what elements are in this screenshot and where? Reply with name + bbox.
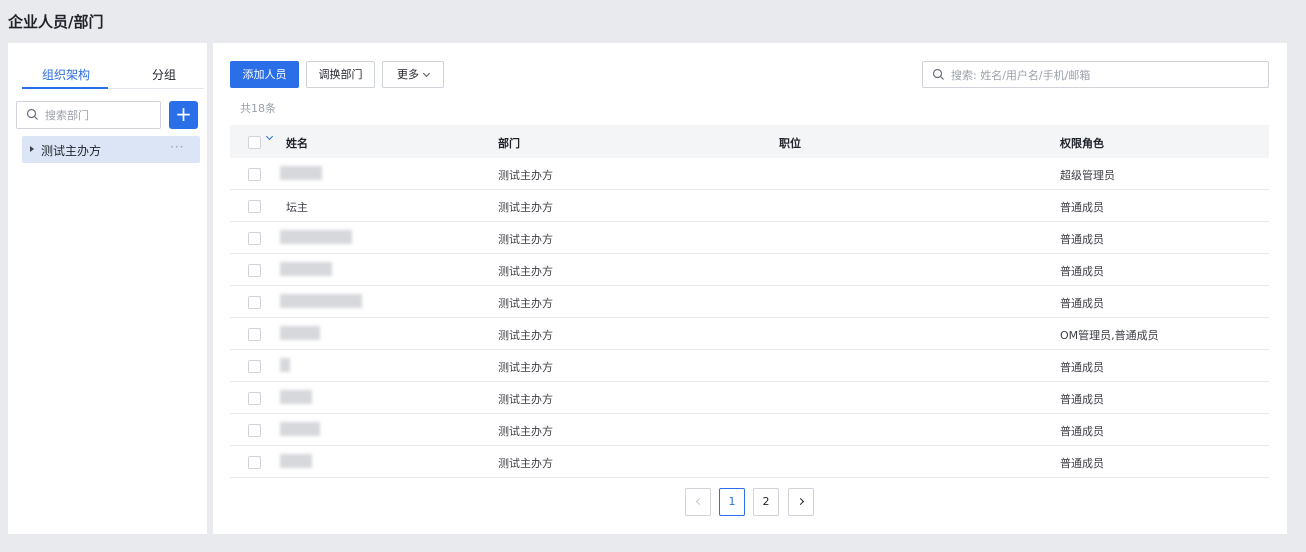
chevron-down-icon (422, 69, 431, 78)
dept-search-box (16, 101, 161, 129)
cell-dept: 测试主办方 (498, 329, 553, 342)
members-panel: 添加人员 调换部门 更多 共18条 姓名 部门 职位 权限角色 测试主办方 超级… (213, 43, 1287, 534)
row-checkbox[interactable] (248, 456, 261, 469)
row-checkbox[interactable] (248, 232, 261, 245)
table-header: 姓名 部门 职位 权限角色 (230, 125, 1269, 158)
page-1-button[interactable]: 1 (719, 488, 745, 516)
blurred-name (280, 358, 290, 372)
blurred-name (280, 326, 320, 340)
cell-dept: 测试主办方 (498, 425, 553, 438)
cell-dept: 测试主办方 (498, 265, 553, 278)
cell-role: 普通成员 (1060, 457, 1104, 470)
cell-role: OM管理员,普通成员 (1060, 329, 1159, 342)
header-dept: 部门 (498, 137, 520, 150)
cell-role: 普通成员 (1060, 297, 1104, 310)
chevron-right-icon (796, 497, 804, 506)
tree-node-dept[interactable]: 测试主办方 ··· (22, 136, 200, 163)
cell-dept: 测试主办方 (498, 169, 553, 182)
row-checkbox[interactable] (248, 200, 261, 213)
page-title: 企业人员/部门 (8, 13, 104, 31)
tab-groups[interactable]: 分组 (152, 66, 176, 83)
table-row[interactable]: 测试主办方 超级管理员 (230, 158, 1269, 190)
prev-page-button[interactable] (685, 488, 711, 516)
table-row[interactable]: 测试主办方 普通成员 (230, 350, 1269, 382)
blurred-name (280, 262, 332, 276)
active-tab-indicator (22, 87, 108, 89)
search-icon (26, 108, 38, 120)
next-page-button[interactable] (788, 488, 814, 516)
row-checkbox[interactable] (248, 392, 261, 405)
tab-org-structure[interactable]: 组织架构 (42, 66, 90, 83)
header-position: 职位 (779, 137, 801, 150)
blurred-name (280, 166, 322, 180)
cell-role: 普通成员 (1060, 233, 1104, 246)
cell-dept: 测试主办方 (498, 393, 553, 406)
blurred-name (280, 422, 320, 436)
table-row[interactable]: 坛主 测试主办方 普通成员 (230, 190, 1269, 222)
cell-dept: 测试主办方 (498, 361, 553, 374)
blurred-name (280, 230, 352, 244)
members-table: 姓名 部门 职位 权限角色 测试主办方 超级管理员 坛主 测试主办方 普通成员 … (230, 125, 1269, 478)
header-role: 权限角色 (1060, 137, 1104, 150)
cell-role: 普通成员 (1060, 393, 1104, 406)
plus-icon: + (175, 102, 192, 126)
table-row[interactable]: 测试主办方 普通成员 (230, 222, 1269, 254)
table-row[interactable]: 测试主办方 普通成员 (230, 286, 1269, 318)
row-checkbox[interactable] (248, 360, 261, 373)
cell-dept: 测试主办方 (498, 297, 553, 310)
header-name: 姓名 (286, 137, 308, 150)
row-checkbox[interactable] (248, 168, 261, 181)
add-member-button[interactable]: 添加人员 (230, 61, 299, 88)
page-2-button[interactable]: 2 (753, 488, 779, 516)
chevron-down-icon[interactable] (265, 132, 274, 141)
cell-dept: 测试主办方 (498, 457, 553, 470)
sidebar-tabs: 组织架构 分组 (22, 63, 204, 89)
select-all-checkbox[interactable] (248, 136, 261, 149)
transfer-dept-button[interactable]: 调换部门 (306, 61, 375, 88)
table-row[interactable]: 测试主办方 普通成员 (230, 414, 1269, 446)
table-row[interactable]: 测试主办方 OM管理员,普通成员 (230, 318, 1269, 350)
row-checkbox[interactable] (248, 328, 261, 341)
cell-dept: 测试主办方 (498, 201, 553, 214)
row-checkbox[interactable] (248, 296, 261, 309)
cell-name: 坛主 (286, 201, 308, 214)
chevron-left-icon (695, 497, 703, 506)
table-row[interactable]: 测试主办方 普通成员 (230, 382, 1269, 414)
more-dots-icon[interactable]: ··· (170, 140, 184, 154)
more-dropdown-button[interactable]: 更多 (382, 61, 444, 88)
row-checkbox[interactable] (248, 424, 261, 437)
row-checkbox[interactable] (248, 264, 261, 277)
table-row[interactable]: 测试主办方 普通成员 (230, 254, 1269, 286)
blurred-name (280, 454, 312, 468)
cell-dept: 测试主办方 (498, 233, 553, 246)
caret-right-icon[interactable] (30, 146, 34, 152)
org-sidebar: 组织架构 分组 + 测试主办方 ··· (8, 43, 207, 534)
cell-role: 普通成员 (1060, 425, 1104, 438)
cell-role: 普通成员 (1060, 201, 1104, 214)
tree-node-label: 测试主办方 (41, 144, 102, 158)
blurred-name (280, 294, 362, 308)
dept-search-input[interactable] (45, 106, 155, 124)
table-row[interactable]: 测试主办方 普通成员 (230, 446, 1269, 478)
more-label: 更多 (397, 68, 419, 81)
cell-role: 超级管理员 (1060, 169, 1115, 182)
blurred-name (280, 390, 312, 404)
member-search-input[interactable] (951, 66, 1261, 84)
total-count: 共18条 (240, 102, 276, 115)
cell-role: 普通成员 (1060, 265, 1104, 278)
add-dept-button[interactable]: + (169, 101, 198, 129)
search-icon (932, 68, 944, 80)
member-search-box (922, 61, 1269, 88)
cell-role: 普通成员 (1060, 361, 1104, 374)
